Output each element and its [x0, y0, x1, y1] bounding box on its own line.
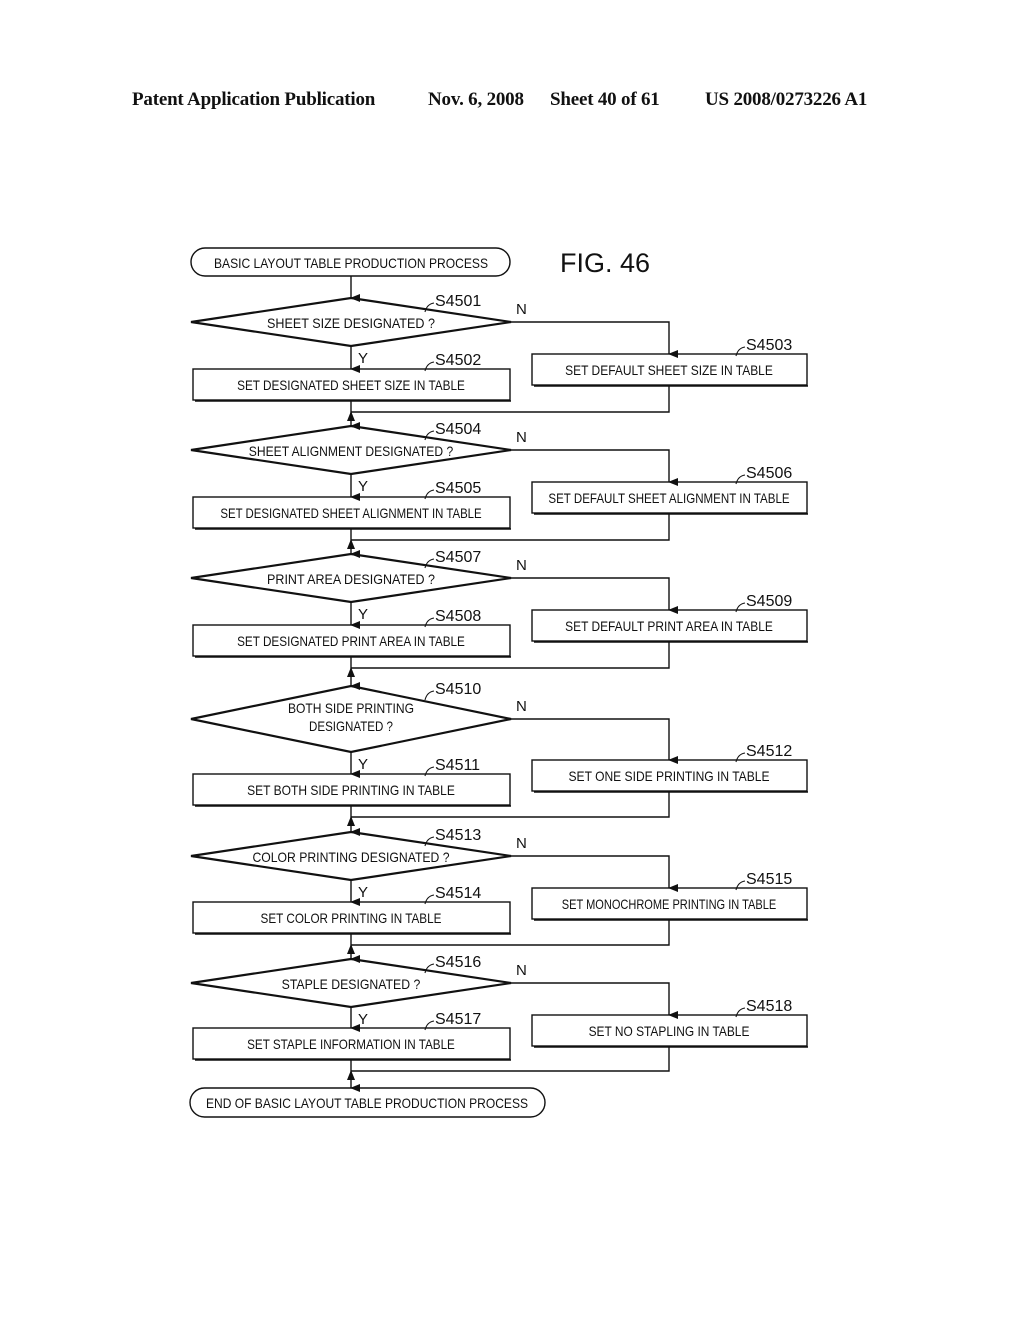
no-label: N: [516, 835, 527, 852]
no-branch-arrow: [511, 855, 678, 892]
decision-label: COLOR PRINTING DESIGNATED ?: [252, 849, 449, 865]
decision-label: PRINT AREA DESIGNATED ?: [267, 571, 435, 587]
no-label: N: [516, 698, 527, 715]
step-id: S4514: [435, 885, 481, 902]
decision-label: SHEET ALIGNMENT DESIGNATED ?: [249, 443, 454, 459]
default-step-label: SET DEFAULT SHEET SIZE IN TABLE: [565, 362, 773, 378]
no-label: N: [516, 557, 527, 574]
decision-label: DESIGNATED ?: [309, 718, 393, 734]
designated-step-label: SET DESIGNATED PRINT AREA IN TABLE: [237, 633, 465, 649]
step-id: S4510: [435, 681, 481, 698]
decision-label: SHEET SIZE DESIGNATED ?: [267, 315, 435, 331]
no-branch-arrow: [511, 718, 678, 764]
step-id: S4508: [435, 608, 481, 625]
designated-step-label: SET COLOR PRINTING IN TABLE: [261, 910, 442, 926]
default-step-label: SET NO STAPLING IN TABLE: [589, 1023, 750, 1039]
step-id: S4511: [435, 757, 480, 774]
default-step-label: SET DEFAULT SHEET ALIGNMENT IN TABLE: [548, 490, 789, 506]
default-step-label: SET DEFAULT PRINT AREA IN TABLE: [565, 618, 773, 634]
figure-title: FIG. 46: [560, 248, 650, 278]
end-terminal-label: END OF BASIC LAYOUT TABLE PRODUCTION PRO…: [206, 1095, 528, 1111]
step-id: S4517: [435, 1011, 481, 1028]
no-branch-arrow: [511, 449, 678, 486]
step-id: S4518: [746, 998, 792, 1015]
step-id: S4504: [435, 421, 481, 438]
yes-label: Y: [358, 478, 368, 495]
yes-label: Y: [358, 350, 368, 367]
decision-label: BOTH SIDE PRINTING: [288, 700, 414, 716]
yes-label: Y: [358, 606, 368, 623]
no-branch-arrow: [511, 321, 678, 358]
designated-step-label: SET DESIGNATED SHEET ALIGNMENT IN TABLE: [220, 505, 481, 521]
step-id: S4502: [435, 352, 481, 369]
no-branch-arrow: [511, 577, 678, 614]
step-id-leader: [424, 690, 435, 701]
step-id: S4507: [435, 549, 481, 566]
step-id: S4503: [746, 337, 792, 354]
no-label: N: [516, 429, 527, 446]
default-step-label: SET ONE SIDE PRINTING IN TABLE: [569, 768, 770, 784]
designated-step-label: SET BOTH SIDE PRINTING IN TABLE: [247, 782, 455, 798]
yes-label: Y: [358, 756, 368, 773]
no-label: N: [516, 301, 527, 318]
step-id: S4509: [746, 593, 792, 610]
designated-step-label: SET STAPLE INFORMATION IN TABLE: [247, 1036, 455, 1052]
flowchart: BASIC LAYOUT TABLE PRODUCTION PROCESS FIG…: [189, 247, 808, 1118]
step-id: S4501: [435, 293, 481, 310]
no-label: N: [516, 962, 527, 979]
decision-label: STAPLE DESIGNATED ?: [282, 976, 421, 992]
step-id: S4515: [746, 871, 792, 888]
default-step-label: SET MONOCHROME PRINTING IN TABLE: [562, 896, 776, 912]
designated-step-label: SET DESIGNATED SHEET SIZE IN TABLE: [237, 377, 465, 393]
yes-label: Y: [358, 884, 368, 901]
step-id: S4516: [435, 954, 481, 971]
start-terminal-label: BASIC LAYOUT TABLE PRODUCTION PROCESS: [214, 255, 488, 271]
step-id: S4513: [435, 827, 481, 844]
yes-label: Y: [358, 1011, 368, 1028]
step-id: S4512: [746, 743, 792, 760]
step-id: S4505: [435, 480, 481, 497]
no-branch-arrow: [511, 982, 678, 1019]
step-id: S4506: [746, 465, 792, 482]
